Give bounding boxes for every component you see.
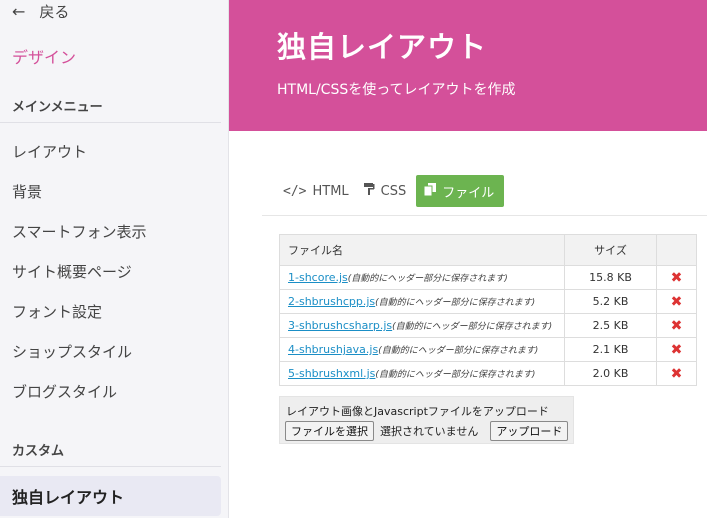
column-header-name: ファイル名 (279, 234, 565, 266)
file-cell: 5-shbrushxml.js(自動的にヘッダー部分に保存されます) (279, 361, 565, 386)
file-cell: 3-shbrushcsharp.js(自動的にヘッダー部分に保存されます) (279, 313, 565, 338)
table-row: 5-shbrushxml.js(自動的にヘッダー部分に保存されます) 2.0 K… (279, 361, 697, 386)
delete-cell: ✖ (656, 313, 697, 338)
sidebar-item-blog-style[interactable]: ブログスタイル (12, 379, 117, 403)
sidebar-item-font-settings[interactable]: フォント設定 (12, 299, 102, 323)
column-header-actions (656, 234, 697, 266)
sidebar: ← 戻る デザイン メインメニュー レイアウト 背景 スマートフォン表示 サイト… (0, 0, 229, 518)
file-cell: 4-shbrushjava.js(自動的にヘッダー部分に保存されます) (279, 337, 565, 362)
file-note: (自動的にヘッダー部分に保存されます) (378, 346, 539, 356)
file-note: (自動的にヘッダー部分に保存されます) (375, 370, 536, 380)
file-size: 2.0 KB (564, 361, 657, 386)
section-title: デザイン (12, 48, 77, 67)
file-cell: 2-shbrushcpp.js(自動的にヘッダー部分に保存されます) (279, 289, 565, 314)
page-title: 独自レイアウト (277, 30, 488, 64)
file-size: 2.5 KB (564, 313, 657, 338)
file-link[interactable]: 2-shbrushcpp.js (288, 295, 375, 308)
tab-bar: </> HTML CSS ファイル (279, 175, 505, 207)
table-row: 3-shbrushcsharp.js(自動的にヘッダー部分に保存されます) 2.… (279, 313, 697, 338)
files-icon (423, 182, 437, 200)
tab-label: ファイル (442, 185, 495, 201)
file-size: 2.1 KB (564, 337, 657, 362)
back-label: 戻る (39, 2, 70, 21)
file-link[interactable]: 3-shbrushcsharp.js (288, 319, 392, 332)
delete-cell: ✖ (656, 337, 697, 362)
file-cell: 1-shcore.js(自動的にヘッダー部分に保存されます) (279, 265, 565, 290)
delete-icon[interactable]: ✖ (671, 342, 683, 358)
files-table: ファイル名 サイズ 1-shcore.js(自動的にヘッダー部分に保存されます)… (279, 234, 697, 386)
group-label-main-menu: メインメニュー (12, 100, 103, 115)
sidebar-item-layout[interactable]: レイアウト (12, 139, 87, 163)
delete-icon[interactable]: ✖ (671, 270, 683, 286)
group-label-custom: カスタム (12, 444, 65, 459)
divider (0, 122, 221, 123)
sidebar-item-custom-layout-label: 独自レイアウト (12, 488, 125, 507)
arrow-left-icon: ← (12, 1, 26, 21)
back-link[interactable]: ← 戻る (12, 0, 69, 22)
tab-html[interactable]: </> HTML (279, 175, 359, 207)
sidebar-item-shop-style[interactable]: ショップスタイル (12, 339, 132, 363)
no-file-selected-text: 選択されていません (380, 425, 479, 438)
delete-cell: ✖ (656, 265, 697, 290)
upload-panel: レイアウト画像とJavascriptファイルをアップロード ファイルを選択 選択… (279, 396, 574, 444)
upload-button[interactable]: アップロード (490, 421, 569, 441)
delete-icon[interactable]: ✖ (671, 366, 683, 382)
tab-label: CSS (380, 183, 407, 199)
file-link[interactable]: 5-shbrushxml.js (288, 367, 375, 380)
delete-cell: ✖ (656, 361, 697, 386)
file-note: (自動的にヘッダー部分に保存されます) (347, 274, 508, 284)
choose-file-button[interactable]: ファイルを選択 (285, 421, 374, 441)
paint-roller-icon (363, 182, 375, 200)
table-row: 1-shcore.js(自動的にヘッダー部分に保存されます) 15.8 KB ✖ (279, 265, 697, 290)
table-header-row: ファイル名 サイズ (279, 234, 697, 266)
divider (262, 215, 707, 216)
sidebar-item-site-overview[interactable]: サイト概要ページ (12, 259, 132, 283)
delete-cell: ✖ (656, 289, 697, 314)
file-note: (自動的にヘッダー部分に保存されます) (392, 322, 553, 332)
sidebar-item-smartphone[interactable]: スマートフォン表示 (12, 219, 147, 243)
upload-label: レイアウト画像とJavascriptファイルをアップロード (286, 405, 549, 418)
delete-icon[interactable]: ✖ (671, 294, 683, 310)
tab-files[interactable]: ファイル (416, 175, 505, 207)
sidebar-item-background[interactable]: 背景 (12, 179, 42, 203)
file-size: 15.8 KB (564, 265, 657, 290)
code-icon: </> (283, 183, 307, 199)
file-size: 5.2 KB (564, 289, 657, 314)
table-row: 4-shbrushjava.js(自動的にヘッダー部分に保存されます) 2.1 … (279, 337, 697, 362)
file-link[interactable]: 4-shbrushjava.js (288, 343, 378, 356)
column-header-size: サイズ (564, 234, 657, 266)
tab-label: HTML (312, 183, 349, 199)
file-note: (自動的にヘッダー部分に保存されます) (375, 298, 536, 308)
table-row: 2-shbrushcpp.js(自動的にヘッダー部分に保存されます) 5.2 K… (279, 289, 697, 314)
divider (0, 466, 221, 467)
file-link[interactable]: 1-shcore.js (288, 271, 348, 284)
page-header: 独自レイアウト HTML/CSSを使ってレイアウトを作成 (229, 0, 707, 131)
page-subtitle: HTML/CSSを使ってレイアウトを作成 (277, 82, 516, 98)
delete-icon[interactable]: ✖ (671, 318, 683, 334)
upload-controls: ファイルを選択 選択されていません アップロード (285, 421, 569, 441)
tab-css[interactable]: CSS (359, 175, 417, 207)
